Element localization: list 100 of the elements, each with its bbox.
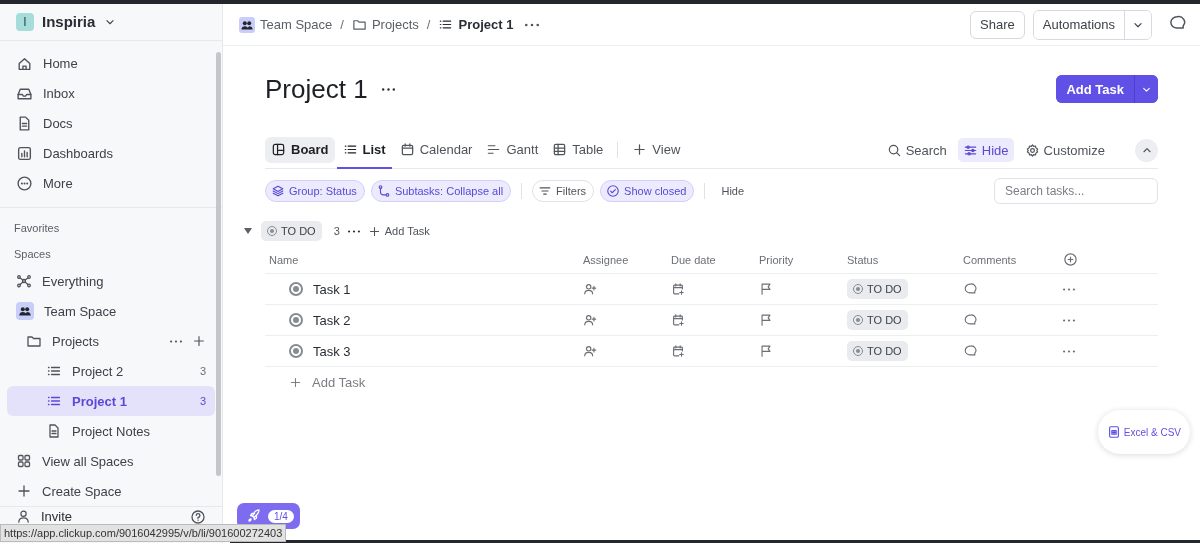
column-header[interactable]: Status (843, 246, 959, 274)
breadcrumb-item[interactable]: Project 1 (438, 17, 514, 32)
flag-icon (759, 344, 773, 358)
layers-icon (271, 184, 285, 198)
person-icon (16, 509, 31, 525)
section-label: Favorites (13, 221, 61, 237)
sidebar-item[interactable]: Create Space (7, 476, 215, 507)
toolbar-button[interactable]: Search (881, 138, 952, 162)
collapse-button[interactable] (1135, 138, 1158, 162)
view-tab[interactable]: Gantt (480, 132, 545, 169)
search-icon (886, 142, 902, 158)
flag-icon (759, 313, 773, 327)
progress-badge: 1/4 (268, 509, 294, 523)
sidebar-item-label: Project 1 (72, 393, 127, 409)
assign-person-icon (583, 344, 597, 358)
status-pill[interactable]: TO DO (261, 221, 322, 241)
view-tab[interactable]: Calendar (393, 132, 479, 169)
filter-chip[interactable]: Filters (532, 180, 595, 202)
collapse-caret-icon[interactable] (243, 227, 253, 235)
scrollbar[interactable] (216, 52, 221, 476)
add-task-dropdown[interactable] (1134, 75, 1158, 103)
toolbar-button[interactable]: Hide (957, 138, 1014, 162)
sidebar-item[interactable]: Everything (7, 266, 215, 297)
check-circle-icon (606, 184, 621, 198)
calendar-add-icon (671, 344, 685, 358)
add-view-button[interactable]: View (626, 132, 687, 169)
rocket-icon (246, 508, 262, 524)
nav-item[interactable]: More (7, 168, 215, 199)
nav-label: Dashboards (43, 146, 114, 161)
nav-item[interactable]: Dashboards (7, 138, 215, 169)
item-count: 3 (199, 365, 206, 378)
team-icon (239, 16, 255, 33)
task-name[interactable]: Task 3 (313, 343, 351, 359)
view-tab[interactable]: Table (546, 132, 610, 169)
team-icon (16, 302, 34, 321)
workspace-name[interactable]: Inspiria (42, 13, 96, 31)
folder-icon (351, 17, 367, 32)
breadcrumb-item[interactable]: Projects (351, 17, 419, 32)
chat-icon (1168, 14, 1186, 32)
spreadsheet-icon (1106, 425, 1121, 439)
task-name[interactable]: Task 2 (313, 312, 351, 328)
bar-chart-icon (16, 145, 33, 162)
nav-label: More (43, 176, 73, 191)
status-pill[interactable]: TO DO (847, 310, 908, 330)
nav-item[interactable]: Docs (7, 108, 215, 139)
board-icon (271, 141, 286, 157)
status-pill[interactable]: TO DO (847, 341, 908, 361)
add-task-row[interactable]: Add Task (265, 367, 1158, 397)
plus-icon (632, 142, 648, 157)
more-icon[interactable] (170, 339, 182, 343)
document-icon (46, 423, 62, 440)
more-icon[interactable] (525, 22, 540, 27)
sidebar-item-label: Create Space (42, 483, 122, 499)
breadcrumb-separator: / (340, 17, 344, 32)
nav-item[interactable]: Home (7, 48, 215, 79)
more-icon[interactable] (381, 87, 395, 91)
status-circle-icon[interactable] (289, 282, 303, 296)
column-header[interactable]: Priority (755, 246, 843, 274)
calendar-add-icon (671, 282, 685, 296)
filter-chip[interactable]: Group: Status (265, 180, 365, 202)
export-button[interactable]: Excel & CSV (1097, 410, 1190, 454)
settings-icon (1024, 142, 1040, 158)
view-tab[interactable]: List (336, 132, 392, 169)
filter-chip[interactable]: Subtasks: Collapse all (370, 180, 512, 202)
status-pill[interactable]: TO DO (847, 279, 908, 299)
search-field[interactable]: Search tasks... (994, 178, 1158, 204)
sidebar-item[interactable]: Team Space (7, 296, 215, 327)
filter-icon (538, 184, 553, 198)
column-header[interactable]: Assignee (579, 246, 667, 274)
hide-link[interactable]: Hide (715, 185, 751, 197)
folder-icon (26, 333, 42, 350)
sidebar-item-label: Projects (52, 333, 99, 349)
sidebar-item-label: View all Spaces (42, 453, 134, 469)
flag-icon (759, 282, 773, 296)
sidebar-item[interactable]: Projects (7, 326, 215, 357)
nav-item[interactable]: Inbox (7, 78, 215, 109)
view-tab[interactable]: Board (265, 137, 335, 163)
toolbar-button[interactable]: Customize (1019, 138, 1110, 162)
section-label: Spaces (13, 246, 52, 262)
column-header[interactable]: Comments (959, 246, 1059, 274)
sidebar-item[interactable]: Project Notes (7, 416, 215, 447)
invite-link[interactable]: Invite (41, 509, 73, 525)
status-circle-icon[interactable] (289, 313, 303, 327)
calendar-icon (399, 142, 415, 157)
breadcrumb-item[interactable]: Team Space (239, 16, 333, 33)
sidebar-item[interactable]: Project 1 3 (7, 386, 215, 417)
task-name[interactable]: Task 1 (313, 281, 351, 297)
column-header[interactable]: Due date (667, 246, 755, 274)
more-icon[interactable] (347, 229, 360, 233)
sidebar-item[interactable]: Project 2 3 (7, 356, 215, 387)
column-header[interactable]: Name (265, 246, 579, 274)
status-circle-icon[interactable] (289, 344, 303, 358)
nav-label: Inbox (43, 86, 75, 101)
plus-icon (289, 375, 302, 389)
share-button[interactable]: Share (970, 10, 1025, 39)
add-task-link[interactable]: Add Task (367, 224, 430, 238)
sidebar-item[interactable]: View all Spaces (7, 446, 215, 477)
assign-person-icon (583, 313, 597, 327)
filter-chip[interactable]: Show closed (600, 180, 695, 202)
more-icon (16, 175, 33, 192)
